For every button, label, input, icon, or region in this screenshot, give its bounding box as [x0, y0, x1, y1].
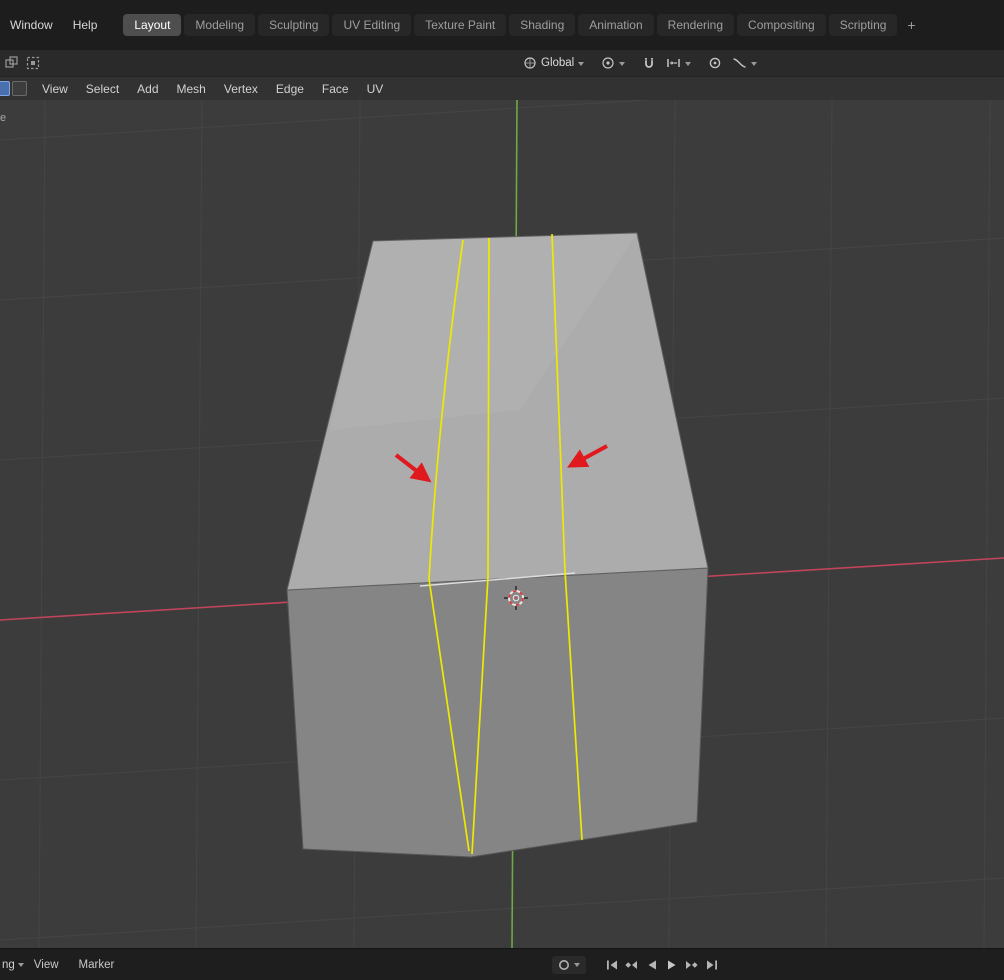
orientation-label: Global — [541, 57, 575, 69]
select-mode-icon[interactable] — [12, 81, 27, 96]
jump-to-start-icon — [606, 960, 617, 969]
cube-front-shade — [287, 568, 708, 857]
viewport-menu-view[interactable]: View — [33, 79, 77, 99]
previous-keyframe-icon — [625, 960, 637, 969]
viewport-menu-edge[interactable]: Edge — [267, 79, 313, 99]
snap-settings-dropdown[interactable] — [661, 52, 696, 74]
jump-to-start-button[interactable] — [602, 956, 621, 974]
pivot-point-dropdown[interactable] — [596, 52, 630, 74]
workspace-tab-texture-paint[interactable]: Texture Paint — [414, 14, 507, 36]
proportional-falloff-dropdown[interactable] — [727, 52, 762, 74]
topbar: Window Help Layout Modeling Sculpting UV… — [0, 0, 1004, 50]
play-button[interactable] — [662, 956, 681, 974]
workspace-tab-compositing[interactable]: Compositing — [737, 14, 826, 36]
jump-to-end-icon — [706, 960, 717, 969]
playback-controls — [552, 955, 721, 974]
active-tool-icon[interactable] — [25, 55, 41, 71]
add-workspace-button[interactable]: + — [900, 15, 922, 35]
transform-options-cluster: Global — [518, 52, 762, 74]
blender-window: { "topbar": { "menus": ["Window", "Help"… — [0, 0, 1004, 980]
transform-orientation-dropdown[interactable]: Global — [518, 52, 589, 74]
snap-target-icon — [667, 59, 680, 67]
sidebar-tab-partial-label[interactable]: e — [0, 112, 6, 124]
workspace-tab-animation[interactable]: Animation — [578, 14, 654, 36]
cube-mesh — [286, 232, 709, 858]
workspace-tab-layout[interactable]: Layout — [123, 14, 182, 36]
magnet-icon — [645, 58, 654, 68]
viewport-menu-select[interactable]: Select — [77, 79, 128, 99]
viewport-menu-vertex[interactable]: Vertex — [215, 79, 267, 99]
timeline-bar: ng View Marker — [0, 948, 1004, 980]
snap-toggle-button[interactable] — [637, 52, 661, 74]
chevron-down-icon — [751, 61, 758, 66]
orientation-icon — [524, 57, 536, 69]
viewport-canvas — [0, 100, 1004, 948]
viewport-menu-uv[interactable]: UV — [358, 79, 393, 99]
workspace-tab-rendering[interactable]: Rendering — [656, 14, 735, 36]
select-mode-active-icon[interactable] — [0, 81, 10, 96]
proportional-editing-toggle[interactable] — [703, 52, 727, 74]
workspace-tab-scripting[interactable]: Scripting — [828, 14, 898, 36]
chevron-down-icon — [578, 61, 585, 66]
next-keyframe-icon — [686, 960, 698, 969]
timeline-menu-marker[interactable]: Marker — [69, 956, 125, 974]
viewport-menu-face[interactable]: Face — [313, 79, 358, 99]
proportional-editing-icon — [709, 57, 721, 69]
workspace-tab-uv-editing[interactable]: UV Editing — [332, 14, 412, 36]
timeline-menu-view[interactable]: View — [24, 956, 69, 974]
chevron-down-icon — [574, 963, 580, 967]
jump-to-end-button[interactable] — [702, 956, 721, 974]
menu-window[interactable]: Window — [0, 14, 63, 36]
falloff-curve-icon — [733, 58, 746, 68]
viewport-3d[interactable]: e — [0, 100, 1004, 948]
record-circle-icon — [559, 959, 569, 970]
menu-help[interactable]: Help — [63, 14, 108, 36]
workspace-tab-shading[interactable]: Shading — [509, 14, 576, 36]
pivot-point-icon — [602, 57, 614, 69]
viewport-menu-add[interactable]: Add — [128, 79, 167, 99]
play-reverse-icon — [648, 960, 656, 969]
previous-keyframe-button[interactable] — [622, 956, 641, 974]
play-reverse-button[interactable] — [642, 956, 661, 974]
chevron-down-icon — [685, 61, 692, 66]
chevron-down-icon — [619, 61, 626, 66]
workspace-tab-modeling[interactable]: Modeling — [184, 14, 256, 36]
viewport-menu-mesh[interactable]: Mesh — [168, 79, 215, 99]
timeline-editor-dropdown-label: ng — [2, 958, 15, 971]
viewport-header: View Select Add Mesh Vertex Edge Face UV — [0, 77, 1004, 100]
tool-settings-bar: Global — [0, 50, 1004, 77]
play-icon — [667, 960, 675, 969]
workspace-tabs: Layout Modeling Sculpting UV Editing Tex… — [123, 14, 922, 36]
auto-keying-button[interactable] — [552, 955, 586, 974]
next-keyframe-button[interactable] — [682, 956, 701, 974]
workspace-tab-sculpting[interactable]: Sculpting — [258, 14, 330, 36]
tool-settings-icon[interactable] — [4, 55, 20, 71]
timeline-editor-dropdown[interactable]: ng — [2, 959, 24, 971]
